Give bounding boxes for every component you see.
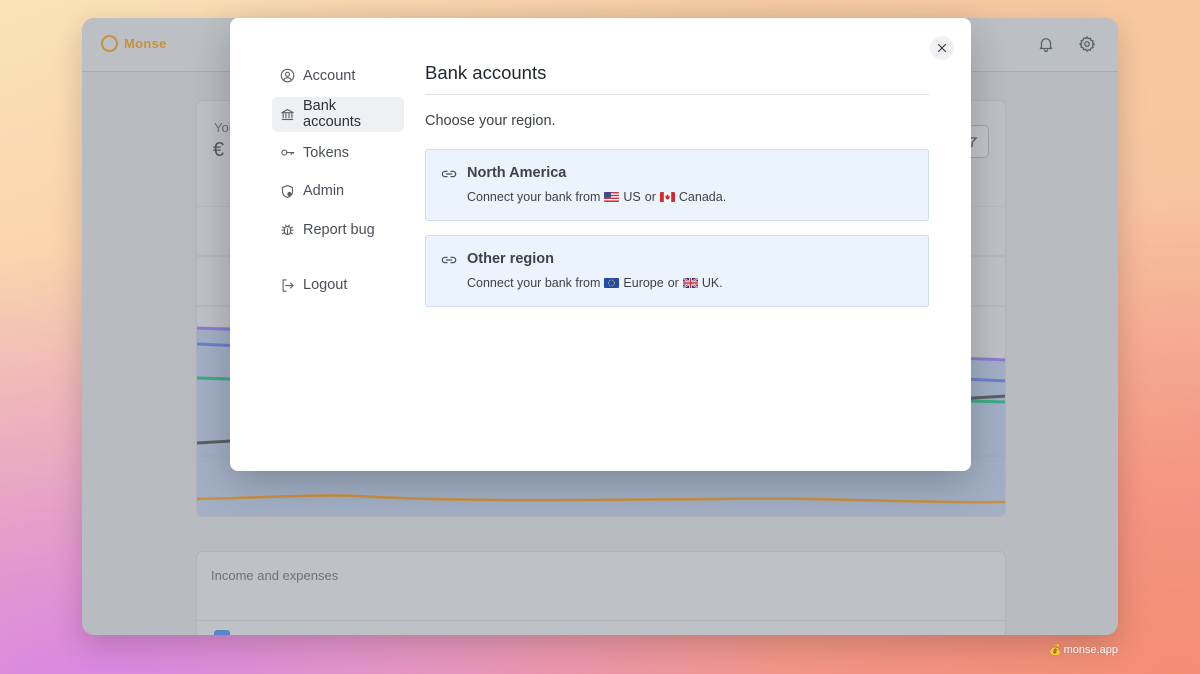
region-prompt: Choose your region. [425,113,556,129]
nav-item-report-bug[interactable]: Report bug [272,212,404,247]
bell-icon[interactable] [1037,35,1055,53]
nav-label: Tokens [303,144,349,161]
income-card-title: Income and expenses [211,568,339,583]
nav-label: Bank accounts [303,98,362,131]
nav-item-admin[interactable]: Admin [272,174,404,209]
nav-item-logout[interactable]: Logout [272,268,404,303]
region-desc-prefix: Connect your bank from [467,276,601,290]
income-card: Income and expenses [196,551,1006,635]
brand[interactable]: Monse [101,35,167,52]
nav-label: Logout [303,277,348,294]
region-description: Connect your bank from US or Canada. [467,190,726,204]
settings-modal: Account Bank accounts Tokens Admin Repor… [230,18,971,471]
region-first: US [623,190,641,204]
nav-label: Admin [303,183,345,200]
region-option-north-america[interactable]: North America Connect your bank from US … [425,149,929,221]
region-desc-prefix: Connect your bank from [467,190,601,204]
page-title: Bank accounts [425,62,929,95]
region-second: UK. [701,276,723,290]
region-second: Canada. [678,190,727,204]
region-title: Other region [467,251,555,267]
shield-icon [280,184,295,199]
region-joiner: or [644,190,656,204]
legend-checkbox[interactable] [214,630,230,635]
brand-name: Monse [124,36,167,51]
nav-label: Report bug [303,221,375,238]
divider [197,620,1005,621]
nav-item-tokens[interactable]: Tokens [272,135,404,170]
us-flag-icon [604,192,620,202]
money-bag-icon: 💰 [1049,644,1062,656]
eu-flag-icon [604,278,620,288]
key-icon [280,145,295,160]
region-option-other[interactable]: Other region Connect your bank from Euro… [425,235,929,307]
bug-icon [280,222,295,237]
bank-accounts-panel: Bank accounts Choose your region. North … [425,62,929,307]
logout-icon [280,278,295,293]
nav-item-bank-accounts[interactable]: Bank accounts [272,96,404,132]
link-icon [441,252,457,268]
region-title: North America [467,165,567,181]
uk-flag-icon [682,278,698,288]
canada-flag-icon [659,192,675,202]
bank-icon [280,107,295,122]
link-icon [441,166,457,182]
user-circle-icon [280,68,295,83]
watermark-text: monse.app [1063,644,1118,656]
region-joiner: or [667,276,679,290]
close-icon [937,43,947,53]
logo-icon [101,35,118,52]
nav-label: Account [303,67,356,84]
balance-currency: € [213,139,225,161]
close-button[interactable] [930,36,954,60]
region-first: Europe [623,276,664,290]
settings-nav: Account Bank accounts Tokens Admin Repor… [272,58,404,307]
watermark: 💰 monse.app [1049,644,1118,656]
gear-icon[interactable] [1078,35,1096,53]
nav-item-account[interactable]: Account [272,58,404,93]
region-description: Connect your bank from Europe or UK. [467,276,723,290]
